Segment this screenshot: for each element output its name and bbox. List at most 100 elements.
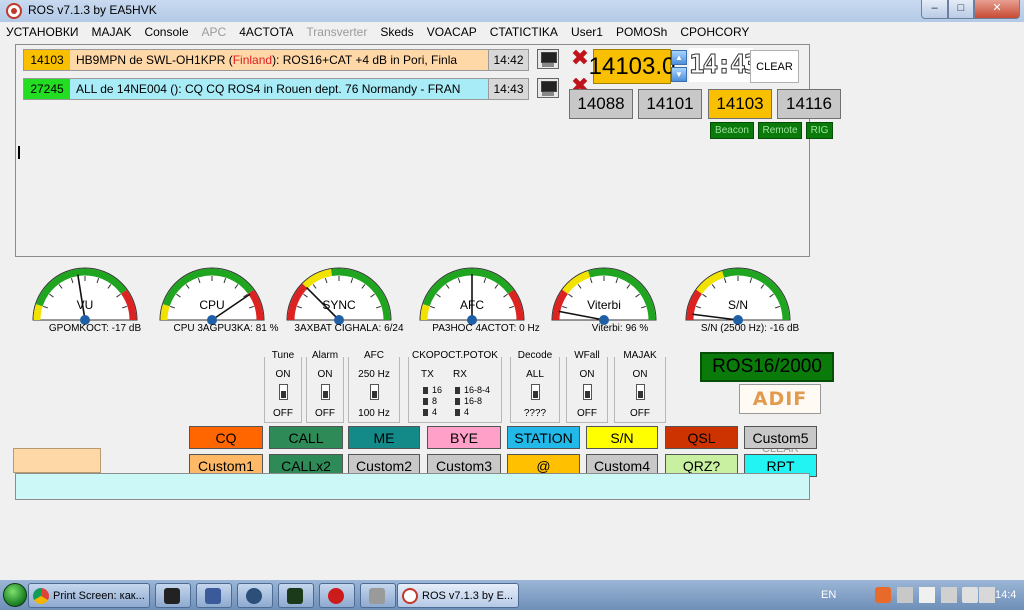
sn-button[interactable]: S/N	[586, 426, 658, 449]
taskbar-app[interactable]	[360, 583, 396, 608]
transmit-text-area[interactable]	[15, 473, 810, 500]
decode-all-label: ALL	[526, 369, 544, 380]
ros-app-icon	[6, 3, 22, 19]
message-text: ALL de 14NE004 (): CQ CQ ROS4 in Rouen d…	[70, 79, 488, 99]
wfall-switch[interactable]	[583, 384, 592, 400]
cq-button[interactable]: CQ	[189, 426, 263, 449]
taskbar-app[interactable]	[155, 583, 191, 608]
taskbar-app[interactable]	[278, 583, 314, 608]
wfall-off-label: OFF	[577, 408, 597, 419]
menu-frequency[interactable]: 4ACTOTA	[239, 25, 293, 39]
remote-button[interactable]: Remote	[758, 122, 802, 139]
tune-switch[interactable]	[279, 384, 288, 400]
gauge-dial	[419, 267, 525, 325]
decode-switch[interactable]	[531, 384, 540, 400]
tx-option[interactable]: 16	[423, 385, 442, 395]
menu-sponsors[interactable]: CPOHCORY	[680, 25, 749, 39]
alarm-off-label: OFF	[315, 408, 335, 419]
computer-icon[interactable]	[537, 78, 559, 98]
alarm-title: Alarm	[307, 350, 343, 361]
gauge-sn: S/N	[678, 262, 798, 332]
wfall-title: WFall	[567, 350, 607, 361]
gauge-label: AFC	[460, 298, 484, 312]
ros-mode-display[interactable]: ROS16/2000	[700, 352, 834, 382]
computer-icon[interactable]	[537, 49, 559, 69]
spin-down-icon[interactable]: ▼	[671, 67, 687, 82]
station-button[interactable]: STATION	[507, 426, 580, 449]
alarm-on-label: ON	[317, 369, 333, 380]
gauge-label: S/N	[727, 298, 748, 312]
majak-switch[interactable]	[636, 384, 645, 400]
rx-option-label: 16-8	[464, 396, 483, 406]
me-button[interactable]: ME	[348, 426, 420, 449]
app-icon	[205, 587, 221, 604]
message-row[interactable]: 27245 ALL de 14NE004 (): CQ CQ ROS4 in R…	[23, 78, 529, 100]
start-button[interactable]	[3, 583, 27, 607]
quick-freq-button-active[interactable]: 14103	[708, 89, 772, 119]
menu-settings[interactable]: УСТАНОВКИ	[6, 25, 78, 39]
taskbar-app[interactable]	[196, 583, 232, 608]
menu-skeds[interactable]: Skeds	[380, 25, 413, 39]
tray-app-icon[interactable]	[875, 587, 891, 603]
app-icon	[246, 587, 262, 604]
minimize-button[interactable]: –	[921, 0, 948, 19]
alarm-switch[interactable]	[321, 384, 330, 400]
spin-up-icon[interactable]: ▲	[671, 50, 687, 65]
quick-freq-button[interactable]: 14088	[569, 89, 633, 119]
call-button[interactable]: CALL	[269, 426, 343, 449]
app-icon	[287, 587, 303, 604]
adif-button[interactable]: ADIF	[739, 384, 821, 414]
message-text-start: HB9MPN de SWL-OH1KPR (	[76, 53, 233, 67]
message-row[interactable]: 14103 HB9MPN de SWL-OH1KPR (Finland): RO…	[23, 49, 529, 71]
quick-freq-button[interactable]: 14116	[777, 89, 841, 119]
menu-user1[interactable]: User1	[571, 25, 603, 39]
rx-option[interactable]: 16-8	[455, 396, 482, 406]
afc-switch[interactable]	[370, 384, 379, 400]
maximize-button[interactable]: □	[948, 0, 974, 19]
menu-help[interactable]: POMOSh	[616, 25, 667, 39]
speed-title: CKOPOCT.POTOK	[409, 350, 501, 361]
tx-option-label: 8	[432, 396, 438, 406]
frequency-spinner[interactable]: ▲ ▼	[671, 50, 687, 82]
language-indicator[interactable]: EN	[821, 589, 836, 601]
beacon-button[interactable]: Beacon	[710, 122, 754, 139]
tray-app-icon[interactable]	[919, 587, 935, 603]
taskbar-opera[interactable]	[319, 583, 355, 608]
taskbar-app[interactable]	[237, 583, 273, 608]
decode-title: Decode	[511, 350, 559, 361]
tray-app-icon[interactable]	[897, 587, 913, 603]
bye-button[interactable]: BYE	[427, 426, 501, 449]
menu-transverter[interactable]: Transverter	[306, 25, 367, 39]
rx-option[interactable]: 16-8-4	[455, 385, 490, 395]
rig-button[interactable]: RIG	[806, 122, 833, 139]
afc-title: AFC	[349, 350, 399, 361]
callsign-input[interactable]	[13, 448, 101, 473]
app-icon	[164, 587, 180, 604]
custom5-button[interactable]: Custom5	[744, 426, 817, 449]
menu-apc[interactable]: APC	[202, 25, 227, 39]
menu-majak[interactable]: MAJAK	[91, 25, 131, 39]
menu-statistics[interactable]: CTATICTIKA	[490, 25, 558, 39]
app-icon	[369, 587, 385, 604]
qsl-button[interactable]: QSL	[665, 426, 738, 449]
alarm-toggle-group: Alarm ON OFF	[306, 350, 344, 423]
majak-off-label: OFF	[630, 408, 650, 419]
gauge-dial	[286, 267, 392, 325]
tune-on-label: ON	[275, 369, 291, 380]
tray-app-icon[interactable]	[941, 587, 957, 603]
taskbar-ros[interactable]: ROS v7.1.3 by E...	[397, 583, 519, 608]
gauge-dial	[159, 267, 265, 325]
tx-option[interactable]: 8	[423, 396, 437, 406]
menu-bar: УСТАНОВКИ MAJAK Console APC 4ACTOTA Tran…	[0, 22, 1024, 42]
rx-option[interactable]: 4	[455, 407, 469, 417]
clear-button[interactable]: CLEAR	[750, 50, 799, 83]
system-clock[interactable]: 14:4	[995, 589, 1016, 601]
tx-option[interactable]: 4	[423, 407, 437, 417]
close-button[interactable]: ✕	[974, 0, 1020, 19]
quick-freq-button[interactable]: 14101	[638, 89, 702, 119]
taskbar-chrome[interactable]: Print Screen: как...	[28, 583, 150, 608]
menu-console[interactable]: Console	[144, 25, 188, 39]
volume-icon[interactable]	[979, 587, 995, 603]
network-icon[interactable]	[962, 587, 978, 603]
menu-voacap[interactable]: VOACAP	[427, 25, 477, 39]
